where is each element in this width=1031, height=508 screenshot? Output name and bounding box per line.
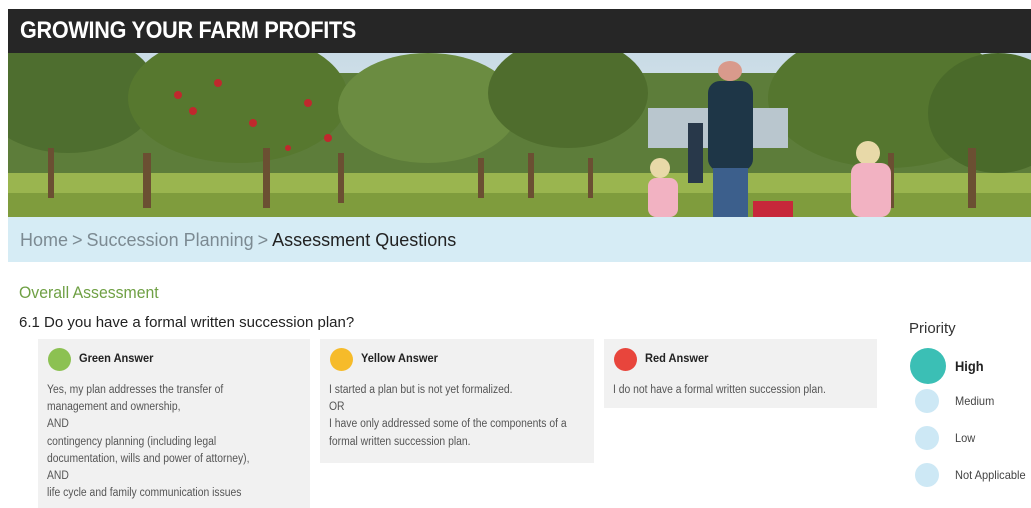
answer-card-green[interactable]: Green Answer Yes, my plan addresses the … bbox=[38, 339, 310, 508]
breadcrumb-succession-link[interactable]: Succession Planning bbox=[87, 230, 254, 250]
red-dot-icon bbox=[614, 348, 637, 371]
green-dot-icon bbox=[48, 348, 71, 371]
answer-label: Green Answer bbox=[79, 351, 154, 365]
priority-label: Medium bbox=[955, 394, 995, 408]
priority-option-not-applicable[interactable]: Not Applicable bbox=[915, 463, 1031, 487]
answer-line: AND bbox=[47, 470, 69, 483]
answer-card-red[interactable]: Red Answer I do not have a formal writte… bbox=[604, 339, 877, 408]
priority-label: Not Applicable bbox=[955, 468, 1026, 482]
answer-label: Red Answer bbox=[645, 351, 709, 365]
answer-line: OR bbox=[329, 401, 345, 414]
breadcrumb-current: Assessment Questions bbox=[272, 230, 457, 250]
answer-line: contingency planning (including legal bbox=[47, 435, 217, 448]
answer-card-yellow[interactable]: Yellow Answer I started a plan but is no… bbox=[320, 339, 594, 463]
breadcrumb: Home > Succession Planning > Assessment Ques… bbox=[8, 217, 1031, 262]
answer-text: Yes, my plan addresses the transfer of m… bbox=[47, 382, 308, 502]
site-title[interactable]: GROWING YOUR FARM PROFITS bbox=[20, 17, 356, 45]
priority-label: Low bbox=[955, 431, 976, 445]
answer-text: I started a plan but is not yet formaliz… bbox=[329, 382, 590, 451]
priority-radio-icon[interactable] bbox=[915, 463, 939, 487]
breadcrumb-separator: > bbox=[72, 230, 83, 250]
orchard-illustration bbox=[8, 53, 1031, 217]
answer-line: I started a plan but is not yet formaliz… bbox=[329, 384, 513, 396]
answer-line: AND bbox=[47, 418, 69, 431]
answer-line: Yes, my plan addresses the transfer of bbox=[47, 384, 224, 396]
priority-title: Priority bbox=[909, 320, 956, 337]
answer-line: documentation, wills and power of attorn… bbox=[47, 452, 250, 465]
yellow-dot-icon bbox=[330, 348, 353, 371]
priority-label: High bbox=[955, 358, 984, 374]
site-header: GROWING YOUR FARM PROFITS bbox=[8, 9, 1031, 53]
section-title: Overall Assessment bbox=[19, 283, 159, 302]
answer-text: I do not have a formal written successio… bbox=[613, 382, 874, 399]
answer-line: management and ownership, bbox=[47, 401, 181, 414]
question-text: 6.1 Do you have a formal written success… bbox=[19, 314, 355, 331]
priority-option-high[interactable]: High bbox=[910, 348, 986, 384]
answer-line: I have only addressed some of the compon… bbox=[329, 418, 567, 431]
breadcrumb-separator: > bbox=[257, 230, 269, 250]
answer-line: life cycle and family communication issu… bbox=[47, 487, 242, 500]
priority-radio-icon[interactable] bbox=[915, 389, 939, 413]
priority-option-medium[interactable]: Medium bbox=[915, 389, 998, 413]
priority-radio-selected-icon[interactable] bbox=[910, 348, 946, 384]
breadcrumb-home-link[interactable]: Home bbox=[20, 230, 68, 250]
priority-option-low[interactable]: Low bbox=[915, 426, 977, 450]
answer-line: I do not have a formal written successio… bbox=[613, 384, 826, 396]
priority-radio-icon[interactable] bbox=[915, 426, 939, 450]
answer-label: Yellow Answer bbox=[361, 351, 438, 365]
answer-line: formal written succession plan. bbox=[329, 435, 471, 448]
banner-image bbox=[8, 53, 1031, 217]
